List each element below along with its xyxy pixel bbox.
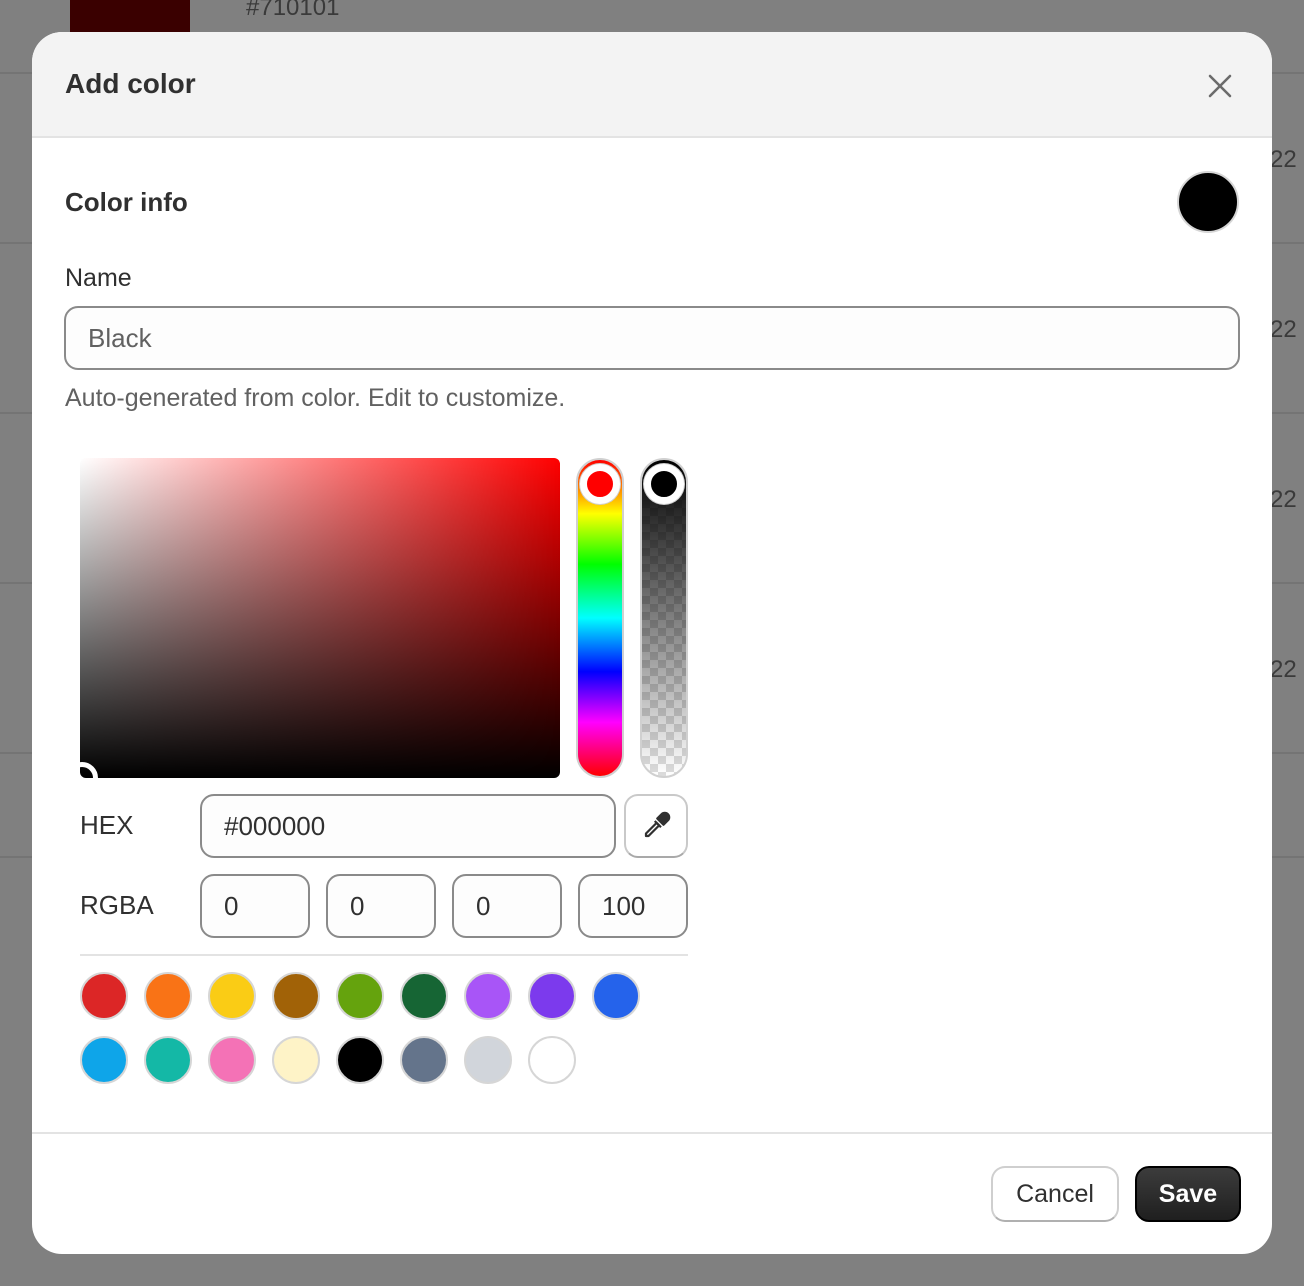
name-help-text: Auto-generated from color. Edit to custo…	[65, 384, 566, 412]
preset-swatch-pink[interactable]	[208, 1036, 256, 1084]
background-row-value: 22	[1270, 146, 1297, 173]
preset-swatch-cream[interactable]	[272, 1036, 320, 1084]
background-row-value: 22	[1270, 486, 1297, 513]
saturation-brightness-handle[interactable]	[66, 762, 98, 794]
hue-slider-handle[interactable]	[580, 464, 620, 504]
name-input[interactable]	[64, 306, 1240, 370]
close-button[interactable]	[1202, 68, 1238, 104]
alpha-input[interactable]	[578, 874, 688, 938]
preset-swatch-light-gray[interactable]	[464, 1036, 512, 1084]
preset-swatch-blue[interactable]	[592, 972, 640, 1020]
preset-swatch-sky[interactable]	[80, 1036, 128, 1084]
dialog-header: Add color	[32, 32, 1272, 138]
preset-swatch-lime[interactable]	[336, 972, 384, 1020]
alpha-slider-handle[interactable]	[644, 464, 684, 504]
rgba-label: RGBA	[80, 890, 154, 920]
hex-label: HEX	[80, 810, 134, 840]
background-hex-text: #710101	[246, 0, 340, 21]
dialog-title: Add color	[65, 68, 196, 99]
footer-divider	[32, 1132, 1272, 1134]
preset-swatch-brown[interactable]	[272, 972, 320, 1020]
preset-swatch-yellow[interactable]	[208, 972, 256, 1020]
picker-divider	[80, 954, 688, 956]
preset-swatch-orange[interactable]	[144, 972, 192, 1020]
preset-swatch-black[interactable]	[336, 1036, 384, 1084]
cancel-button[interactable]: Cancel	[991, 1166, 1119, 1222]
background-row-value: 22	[1270, 316, 1297, 343]
green-input[interactable]	[326, 874, 436, 938]
color-preview-swatch	[1177, 171, 1239, 233]
hue-slider[interactable]	[576, 458, 624, 778]
background-row-value: 22	[1270, 656, 1297, 683]
name-label: Name	[65, 264, 132, 292]
eyedropper-icon	[644, 811, 671, 838]
background-color-swatch	[70, 0, 190, 32]
blue-input[interactable]	[452, 874, 562, 938]
eyedropper-button[interactable]	[624, 794, 688, 858]
preset-swatch-light-purple[interactable]	[464, 972, 512, 1020]
hex-input[interactable]	[200, 794, 616, 858]
save-button[interactable]: Save	[1135, 1166, 1241, 1222]
red-input[interactable]	[200, 874, 310, 938]
preset-swatch-red[interactable]	[80, 972, 128, 1020]
preset-swatch-white[interactable]	[528, 1036, 576, 1084]
preset-swatch-teal[interactable]	[144, 1036, 192, 1084]
add-color-dialog: Add color Color info Name Auto-generated…	[32, 32, 1272, 1254]
preset-swatch-purple[interactable]	[528, 972, 576, 1020]
alpha-gradient	[642, 460, 686, 776]
preset-swatch-green[interactable]	[400, 972, 448, 1020]
saturation-brightness-area[interactable]	[80, 458, 560, 778]
color-info-heading: Color info	[65, 187, 188, 217]
alpha-slider[interactable]	[640, 458, 688, 778]
close-icon	[1208, 74, 1232, 98]
preset-swatch-slate[interactable]	[400, 1036, 448, 1084]
